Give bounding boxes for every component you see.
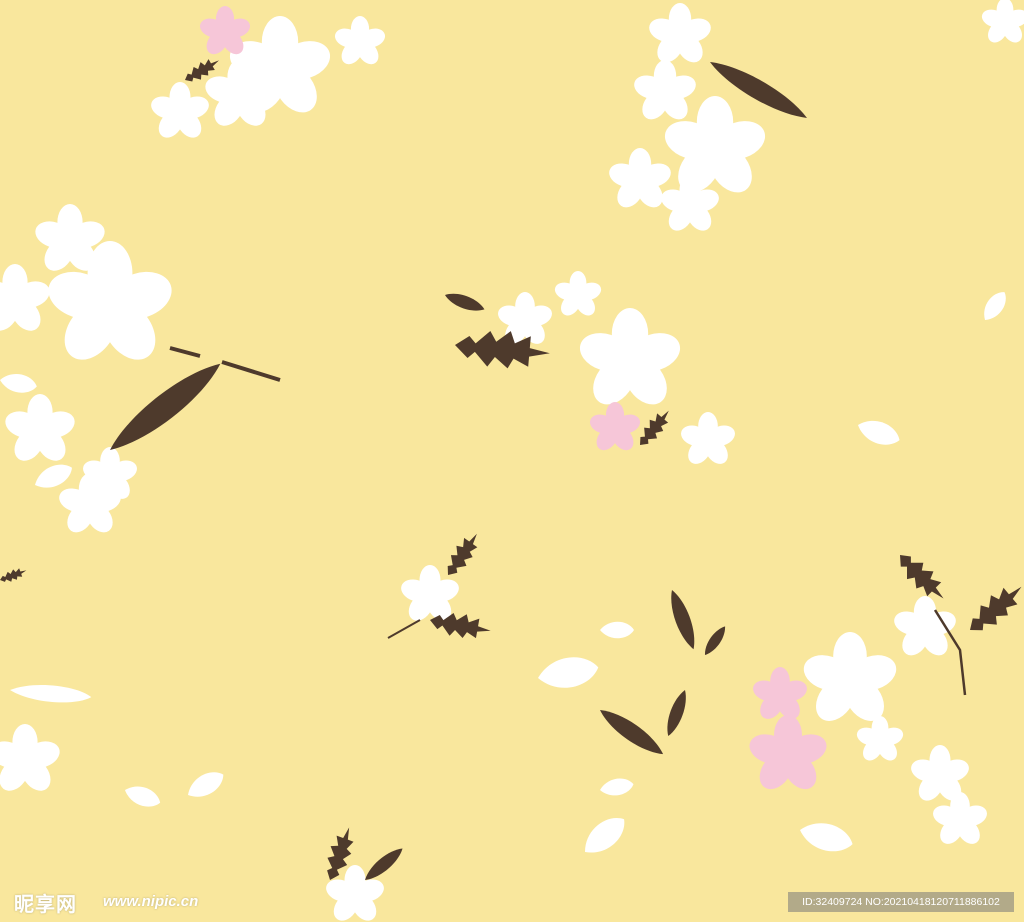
background — [0, 0, 1024, 922]
watermark-id-badge: ID:32409724 NO:20210418120711886102 — [788, 892, 1014, 912]
floral-pattern-image: 昵享网 www.nipic.cn ID:32409724 NO:20210418… — [0, 0, 1024, 922]
watermark-url: www.nipic.cn — [103, 893, 199, 910]
watermark-logo: 昵享网 — [14, 892, 77, 916]
floral-pattern-artwork — [0, 0, 1024, 922]
